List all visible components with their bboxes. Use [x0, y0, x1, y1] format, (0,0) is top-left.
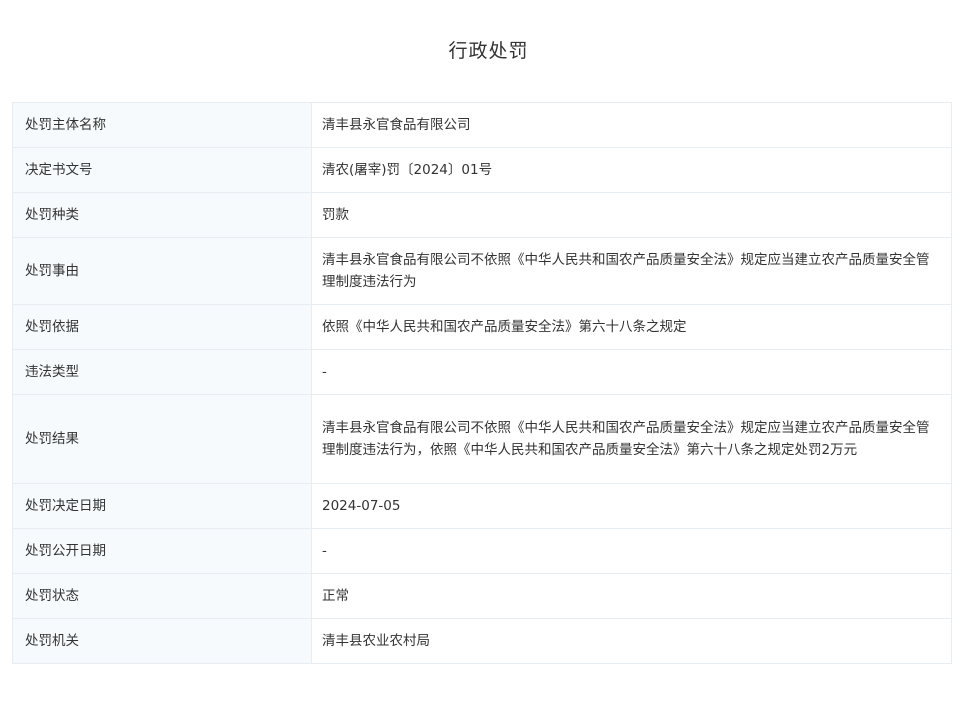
field-value: - — [311, 528, 952, 574]
table-row: 处罚主体名称 清丰县永官食品有限公司 — [12, 102, 952, 148]
field-label: 违法类型 — [12, 349, 312, 395]
field-value: 清丰县永官食品有限公司不依照《中华人民共和国农产品质量安全法》规定应当建立农产品… — [311, 394, 952, 484]
table-row: 处罚状态 正常 — [12, 573, 952, 619]
penalty-info-table: 处罚主体名称 清丰县永官食品有限公司 决定书文号 清农(屠宰)罚〔2024〕01… — [12, 102, 952, 664]
table-row: 处罚事由 清丰县永官食品有限公司不依照《中华人民共和国农产品质量安全法》规定应当… — [12, 237, 952, 305]
table-row: 处罚公开日期 - — [12, 528, 952, 574]
field-label: 处罚机关 — [12, 618, 312, 664]
field-value: 清丰县永官食品有限公司 — [311, 102, 952, 148]
field-value: 清农(屠宰)罚〔2024〕01号 — [311, 147, 952, 193]
field-value: - — [311, 349, 952, 395]
page-title: 行政处罚 — [448, 40, 529, 62]
table-row: 处罚机关 清丰县农业农村局 — [12, 618, 952, 664]
field-value: 依照《中华人民共和国农产品质量安全法》第六十八条之规定 — [311, 304, 952, 350]
field-label: 决定书文号 — [12, 147, 312, 193]
field-value: 2024-07-05 — [311, 483, 952, 529]
table-row: 处罚依据 依照《中华人民共和国农产品质量安全法》第六十八条之规定 — [12, 304, 952, 350]
field-label: 处罚状态 — [12, 573, 312, 619]
field-value: 罚款 — [311, 192, 952, 238]
field-label: 处罚结果 — [12, 394, 312, 484]
table-row: 违法类型 - — [12, 349, 952, 395]
field-label: 处罚决定日期 — [12, 483, 312, 529]
field-label: 处罚公开日期 — [12, 528, 312, 574]
field-label: 处罚主体名称 — [12, 102, 312, 148]
field-label: 处罚种类 — [12, 192, 312, 238]
table-row: 处罚结果 清丰县永官食品有限公司不依照《中华人民共和国农产品质量安全法》规定应当… — [12, 394, 952, 484]
table-row: 决定书文号 清农(屠宰)罚〔2024〕01号 — [12, 147, 952, 193]
field-value: 清丰县永官食品有限公司不依照《中华人民共和国农产品质量安全法》规定应当建立农产品… — [311, 237, 952, 305]
field-label: 处罚依据 — [12, 304, 312, 350]
table-row: 处罚种类 罚款 — [12, 192, 952, 238]
field-label: 处罚事由 — [12, 237, 312, 305]
field-value: 正常 — [311, 573, 952, 619]
field-value: 清丰县农业农村局 — [311, 618, 952, 664]
table-row: 处罚决定日期 2024-07-05 — [12, 483, 952, 529]
